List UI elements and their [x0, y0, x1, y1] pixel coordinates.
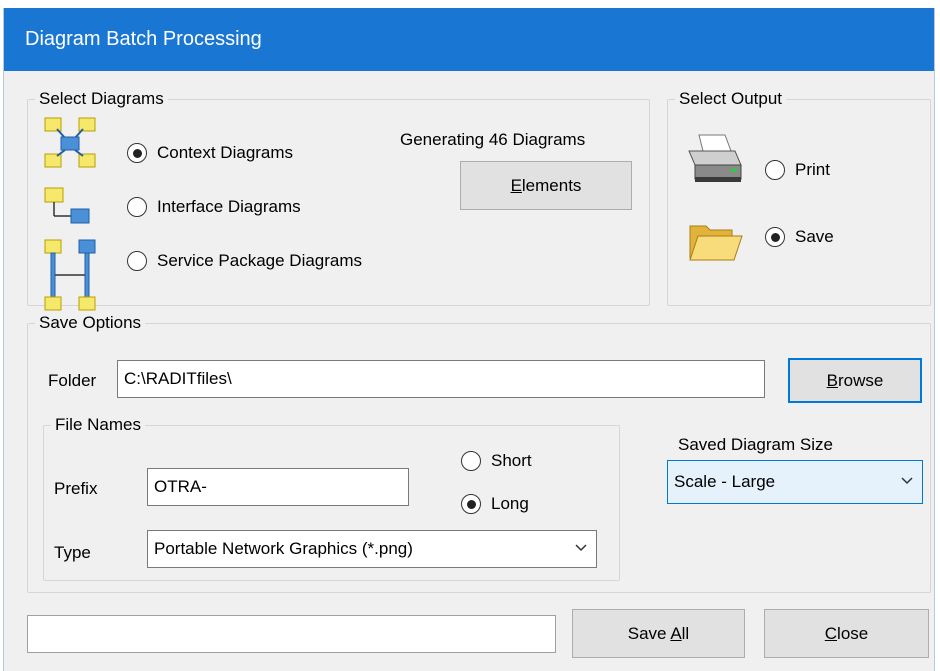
- select-output-group: Select Output Print Save: [667, 89, 931, 306]
- radio-indicator: [127, 197, 147, 217]
- saved-diagram-size-label: Saved Diagram Size: [678, 435, 833, 454]
- short-name-label: Short: [491, 451, 532, 470]
- radio-indicator: [765, 160, 785, 180]
- prefix-label: Prefix: [54, 479, 98, 498]
- elements-button[interactable]: Elements: [460, 161, 632, 210]
- select-diagrams-label: Select Diagrams: [35, 89, 168, 109]
- radio-indicator: [127, 251, 147, 271]
- generating-status: Generating 46 Diagrams: [400, 130, 586, 149]
- save-radio[interactable]: Save: [765, 227, 834, 247]
- save-options-label: Save Options: [35, 313, 146, 333]
- file-names-label: File Names: [51, 415, 145, 435]
- select-diagrams-group: Select Diagrams Context Diagrams Interfa…: [27, 89, 650, 311]
- save-label: Save: [795, 227, 834, 246]
- diagram-size-select[interactable]: Scale - Large: [667, 460, 923, 504]
- folder-icon: [689, 225, 743, 261]
- context-diagrams-label: Context Diagrams: [157, 143, 294, 162]
- prefix-input[interactable]: OTRA-: [147, 468, 409, 506]
- folder-input[interactable]: C:\RADITfiles\: [117, 360, 765, 398]
- chevron-down-icon: [575, 544, 587, 552]
- printer-icon: [688, 134, 742, 182]
- title-bar[interactable]: Diagram Batch Processing: [4, 8, 934, 71]
- file-type-value: Portable Network Graphics (*.png): [154, 539, 413, 558]
- radio-selected-indicator: [127, 143, 147, 163]
- browse-button[interactable]: Browse: [788, 358, 922, 403]
- long-name-label: Long: [491, 494, 529, 513]
- service-package-diagrams-radio[interactable]: Service Package Diagrams: [127, 251, 362, 271]
- interface-diagrams-radio[interactable]: Interface Diagrams: [127, 197, 301, 217]
- close-button-label: Close: [824, 623, 869, 643]
- long-name-radio[interactable]: Long: [461, 494, 529, 514]
- short-name-radio[interactable]: Short: [461, 451, 532, 471]
- radio-selected-indicator: [765, 227, 785, 247]
- save-all-button[interactable]: Save All: [572, 609, 745, 658]
- file-names-group: File Names Prefix OTRA- Short Long Type …: [43, 415, 620, 581]
- service-package-diagrams-label: Service Package Diagrams: [157, 251, 363, 270]
- print-label: Print: [795, 160, 830, 179]
- elements-button-label: Elements: [510, 175, 582, 195]
- folder-label: Folder: [48, 371, 97, 390]
- save-all-button-label: Save All: [627, 623, 690, 643]
- status-field[interactable]: [27, 615, 556, 653]
- interface-diagrams-label: Interface Diagrams: [157, 197, 301, 216]
- file-type-select[interactable]: Portable Network Graphics (*.png): [147, 530, 597, 568]
- select-output-label: Select Output: [675, 89, 787, 109]
- type-label: Type: [54, 543, 91, 562]
- diagram-types-icon: [44, 117, 96, 311]
- diagram-size-value: Scale - Large: [674, 472, 776, 491]
- radio-selected-indicator: [461, 494, 481, 514]
- window-title: Diagram Batch Processing: [25, 28, 262, 50]
- dialog-window: Diagram Batch Processing Select Diagrams: [3, 8, 935, 671]
- save-options-group: Save Options Folder C:\RADITfiles\ Brows…: [27, 313, 931, 593]
- chevron-down-icon: [901, 477, 913, 485]
- radio-indicator: [461, 451, 481, 471]
- print-radio[interactable]: Print: [765, 160, 830, 180]
- close-button[interactable]: Close: [764, 609, 929, 658]
- browse-button-label: Browse: [826, 370, 884, 390]
- context-diagrams-radio[interactable]: Context Diagrams: [127, 143, 293, 163]
